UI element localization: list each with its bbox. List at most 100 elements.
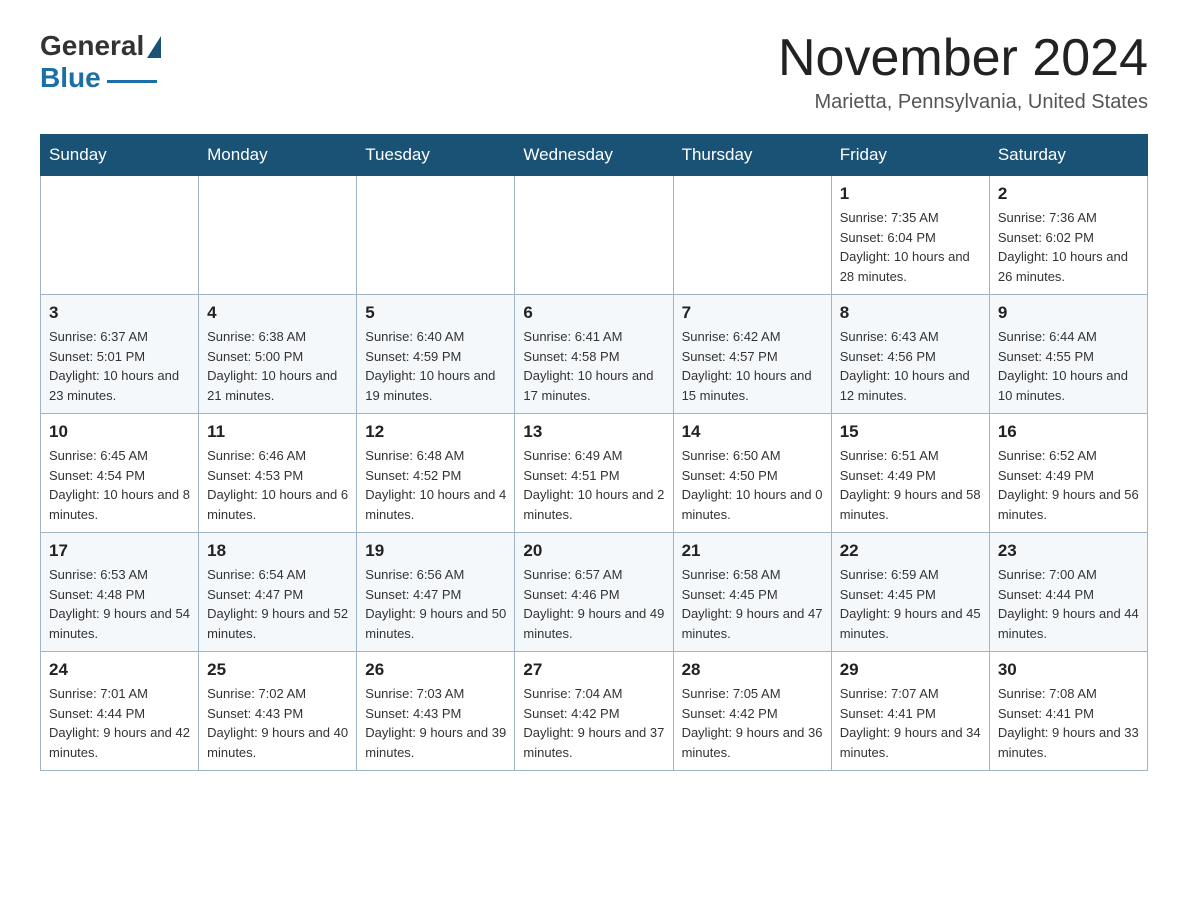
day-info: Sunrise: 6:58 AMSunset: 4:45 PMDaylight:… [682, 565, 823, 643]
day-number: 24 [49, 660, 190, 680]
day-info: Sunrise: 6:44 AMSunset: 4:55 PMDaylight:… [998, 327, 1139, 405]
day-number: 29 [840, 660, 981, 680]
day-number: 10 [49, 422, 190, 442]
calendar-cell: 11Sunrise: 6:46 AMSunset: 4:53 PMDayligh… [199, 414, 357, 533]
title-section: November 2024 Marietta, Pennsylvania, Un… [778, 30, 1148, 114]
day-info: Sunrise: 7:03 AMSunset: 4:43 PMDaylight:… [365, 684, 506, 762]
calendar-cell [41, 176, 199, 295]
day-info: Sunrise: 7:00 AMSunset: 4:44 PMDaylight:… [998, 565, 1139, 643]
calendar-cell: 9 Sunrise: 6:44 AMSunset: 4:55 PMDaylight… [989, 295, 1147, 414]
weekday-header-row: SundayMondayTuesdayWednesdayThursdayFrid… [41, 135, 1148, 176]
calendar-cell: 2 Sunrise: 7:36 AMSunset: 6:02 PMDaylight… [989, 176, 1147, 295]
calendar-cell: 7 Sunrise: 6:42 AMSunset: 4:57 PMDaylight… [673, 295, 831, 414]
calendar-cell: 30Sunrise: 7:08 AMSunset: 4:41 PMDayligh… [989, 652, 1147, 771]
location-text: Marietta, Pennsylvania, United States [778, 91, 1148, 114]
calendar-cell: 4Sunrise: 6:38 AMSunset: 5:00 PMDaylight… [199, 295, 357, 414]
calendar-cell [199, 176, 357, 295]
day-number: 14 [682, 422, 823, 442]
logo-general-text: General [40, 30, 144, 62]
weekday-header-monday: Monday [199, 135, 357, 176]
weekday-header-saturday: Saturday [989, 135, 1147, 176]
day-number: 13 [523, 422, 664, 442]
calendar-cell: 8Sunrise: 6:43 AMSunset: 4:56 PMDaylight… [831, 295, 989, 414]
week-row-2: 3Sunrise: 6:37 AMSunset: 5:01 PMDaylight… [41, 295, 1148, 414]
day-info: Sunrise: 6:41 AMSunset: 4:58 PMDaylight:… [523, 327, 664, 405]
day-info: Sunrise: 6:45 AMSunset: 4:54 PMDaylight:… [49, 446, 190, 524]
day-info: Sunrise: 6:42 AMSunset: 4:57 PMDaylight:… [682, 327, 823, 405]
day-info: Sunrise: 7:35 AMSunset: 6:04 PMDaylight:… [840, 208, 981, 286]
calendar-cell: 13 Sunrise: 6:49 AMSunset: 4:51 PMDayligh… [515, 414, 673, 533]
weekday-header-tuesday: Tuesday [357, 135, 515, 176]
day-number: 1 [840, 184, 981, 204]
calendar-cell [515, 176, 673, 295]
day-info: Sunrise: 7:05 AMSunset: 4:42 PMDaylight:… [682, 684, 823, 762]
calendar-cell: 17 Sunrise: 6:53 AMSunset: 4:48 PMDayligh… [41, 533, 199, 652]
day-number: 19 [365, 541, 506, 561]
calendar-cell: 26 Sunrise: 7:03 AMSunset: 4:43 PMDayligh… [357, 652, 515, 771]
calendar-table: SundayMondayTuesdayWednesdayThursdayFrid… [40, 134, 1148, 771]
weekday-header-wednesday: Wednesday [515, 135, 673, 176]
day-info: Sunrise: 6:54 AMSunset: 4:47 PMDaylight:… [207, 565, 348, 643]
calendar-cell: 16Sunrise: 6:52 AMSunset: 4:49 PMDayligh… [989, 414, 1147, 533]
weekday-header-thursday: Thursday [673, 135, 831, 176]
day-number: 7 [682, 303, 823, 323]
day-info: Sunrise: 6:56 AMSunset: 4:47 PMDaylight:… [365, 565, 506, 643]
day-number: 6 [523, 303, 664, 323]
weekday-header-sunday: Sunday [41, 135, 199, 176]
calendar-cell: 21 Sunrise: 6:58 AMSunset: 4:45 PMDayligh… [673, 533, 831, 652]
day-number: 25 [207, 660, 348, 680]
day-number: 30 [998, 660, 1139, 680]
day-info: Sunrise: 6:40 AMSunset: 4:59 PMDaylight:… [365, 327, 506, 405]
day-info: Sunrise: 6:51 AMSunset: 4:49 PMDaylight:… [840, 446, 981, 524]
week-row-1: 1 Sunrise: 7:35 AMSunset: 6:04 PMDaylight… [41, 176, 1148, 295]
day-info: Sunrise: 7:01 AMSunset: 4:44 PMDaylight:… [49, 684, 190, 762]
day-number: 23 [998, 541, 1139, 561]
weekday-header-friday: Friday [831, 135, 989, 176]
calendar-cell: 15 Sunrise: 6:51 AMSunset: 4:49 PMDayligh… [831, 414, 989, 533]
calendar-cell: 20 Sunrise: 6:57 AMSunset: 4:46 PMDayligh… [515, 533, 673, 652]
week-row-3: 10 Sunrise: 6:45 AMSunset: 4:54 PMDayligh… [41, 414, 1148, 533]
day-number: 2 [998, 184, 1139, 204]
day-info: Sunrise: 6:37 AMSunset: 5:01 PMDaylight:… [49, 327, 190, 405]
calendar-cell: 27 Sunrise: 7:04 AMSunset: 4:42 PMDayligh… [515, 652, 673, 771]
day-number: 20 [523, 541, 664, 561]
week-row-4: 17 Sunrise: 6:53 AMSunset: 4:48 PMDayligh… [41, 533, 1148, 652]
calendar-cell: 10 Sunrise: 6:45 AMSunset: 4:54 PMDayligh… [41, 414, 199, 533]
calendar-cell: 14 Sunrise: 6:50 AMSunset: 4:50 PMDayligh… [673, 414, 831, 533]
day-info: Sunrise: 6:38 AMSunset: 5:00 PMDaylight:… [207, 327, 348, 405]
logo-blue-text: Blue [40, 62, 101, 94]
day-number: 11 [207, 422, 348, 442]
calendar-cell: 24 Sunrise: 7:01 AMSunset: 4:44 PMDayligh… [41, 652, 199, 771]
day-info: Sunrise: 6:50 AMSunset: 4:50 PMDaylight:… [682, 446, 823, 524]
day-number: 15 [840, 422, 981, 442]
day-number: 26 [365, 660, 506, 680]
day-number: 27 [523, 660, 664, 680]
day-number: 28 [682, 660, 823, 680]
calendar-cell: 3Sunrise: 6:37 AMSunset: 5:01 PMDaylight… [41, 295, 199, 414]
calendar-cell: 5Sunrise: 6:40 AMSunset: 4:59 PMDaylight… [357, 295, 515, 414]
day-number: 21 [682, 541, 823, 561]
calendar-cell: 23 Sunrise: 7:00 AMSunset: 4:44 PMDayligh… [989, 533, 1147, 652]
day-info: Sunrise: 7:07 AMSunset: 4:41 PMDaylight:… [840, 684, 981, 762]
calendar-cell: 28 Sunrise: 7:05 AMSunset: 4:42 PMDayligh… [673, 652, 831, 771]
day-info: Sunrise: 6:43 AMSunset: 4:56 PMDaylight:… [840, 327, 981, 405]
day-number: 17 [49, 541, 190, 561]
calendar-cell: 1 Sunrise: 7:35 AMSunset: 6:04 PMDaylight… [831, 176, 989, 295]
day-info: Sunrise: 7:36 AMSunset: 6:02 PMDaylight:… [998, 208, 1139, 286]
day-number: 22 [840, 541, 981, 561]
calendar-cell: 25Sunrise: 7:02 AMSunset: 4:43 PMDayligh… [199, 652, 357, 771]
day-number: 12 [365, 422, 506, 442]
day-info: Sunrise: 6:49 AMSunset: 4:51 PMDaylight:… [523, 446, 664, 524]
day-info: Sunrise: 7:04 AMSunset: 4:42 PMDaylight:… [523, 684, 664, 762]
day-info: Sunrise: 6:57 AMSunset: 4:46 PMDaylight:… [523, 565, 664, 643]
calendar-cell [357, 176, 515, 295]
calendar-cell: 18 Sunrise: 6:54 AMSunset: 4:47 PMDayligh… [199, 533, 357, 652]
calendar-cell: 12Sunrise: 6:48 AMSunset: 4:52 PMDayligh… [357, 414, 515, 533]
day-info: Sunrise: 6:53 AMSunset: 4:48 PMDaylight:… [49, 565, 190, 643]
page-header: General Blue November 2024 Marietta, Pen… [40, 30, 1148, 114]
logo-underline [107, 80, 157, 83]
day-number: 9 [998, 303, 1139, 323]
day-info: Sunrise: 6:59 AMSunset: 4:45 PMDaylight:… [840, 565, 981, 643]
day-number: 18 [207, 541, 348, 561]
logo-triangle-icon [147, 36, 161, 58]
